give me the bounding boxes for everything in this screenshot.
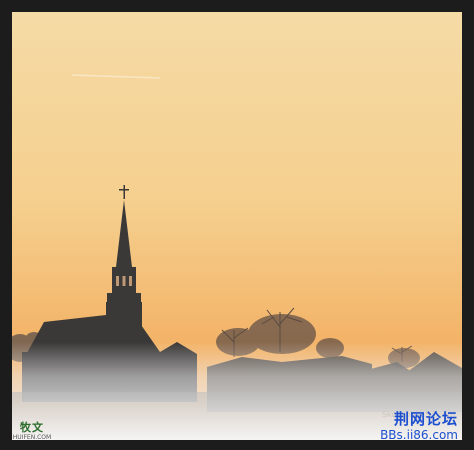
sunset-scene (12, 12, 462, 440)
corner-logo: 牧文 HUIFEN.COM (4, 422, 60, 446)
forum-url: BBs.ii86.com (380, 428, 458, 442)
forum-watermark: 荆网论坛 BBs.ii86.com (344, 406, 464, 446)
belfry-openings (116, 276, 132, 286)
image-frame: Skonsonja.51.com 荆网论坛 BBs.ii86.com 牧文 HU… (0, 0, 474, 450)
corner-logo-subtext: HUIFEN.COM (12, 434, 52, 441)
forum-name: 荆网论坛 (393, 410, 458, 428)
photo (12, 12, 462, 440)
corner-logo-text: 牧文 (20, 421, 44, 434)
